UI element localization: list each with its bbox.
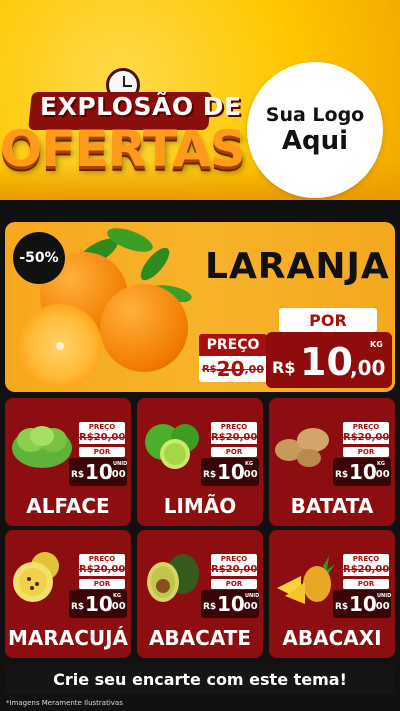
price-unit: KG — [370, 340, 383, 349]
price-decimal: ,00 — [372, 601, 390, 612]
preco-label: PREÇO — [199, 334, 267, 356]
price-unit: UNID — [245, 593, 260, 599]
discount-badge: -50% — [13, 232, 65, 284]
currency: R$ — [71, 602, 85, 612]
currency: R$ — [203, 470, 217, 480]
mini-old-price: R$20,00 — [79, 432, 126, 444]
passion-fruit-icon — [13, 552, 59, 602]
product-card-alface[interactable]: PREÇO R$20,00 POR R$ 10 ,00 UNID ALFACE — [5, 398, 131, 526]
price-decimal: ,00 — [240, 601, 258, 612]
mini-preco-label: PREÇO — [343, 554, 389, 564]
mini-por-label: POR — [79, 447, 125, 457]
new-price-integer: 10 — [300, 340, 353, 384]
product-name: BATATA — [290, 494, 374, 518]
mini-preco-label: PREÇO — [343, 422, 389, 432]
mini-old-price: R$20,00 — [343, 432, 390, 444]
mini-preco-label: PREÇO — [211, 554, 257, 564]
mini-por-label: POR — [343, 579, 389, 589]
disclaimer: *Imagens Meramente Ilustrativas — [6, 699, 123, 707]
currency: R$ — [71, 470, 85, 480]
price-decimal: ,00 — [108, 469, 126, 480]
logo-text-2: Aqui — [281, 126, 349, 156]
potato-icon — [275, 428, 329, 467]
por-label: POR — [279, 308, 377, 332]
mini-new-price: R$ 10 ,00 KG — [69, 590, 127, 618]
mini-preco-label: PREÇO — [211, 422, 257, 432]
product-card-abacaxi[interactable]: PREÇO R$20,00 POR R$ 10 ,00 UNID ABACAXI — [269, 530, 395, 658]
hero-product-name: LARANJA — [205, 246, 390, 287]
new-price-currency: R$ — [272, 358, 296, 377]
new-price-decimal: ,00 — [350, 356, 386, 380]
mini-preco-label: PREÇO — [79, 422, 125, 432]
mini-old-price: R$20,00 — [343, 564, 390, 576]
mini-old-price: R$20,00 — [211, 432, 258, 444]
mini-new-price: R$ 10 ,00 KG — [201, 458, 259, 486]
title-line-1: EXPLOSÃO DE — [40, 92, 242, 121]
mini-new-price: R$ 10 ,00 UNID — [69, 458, 127, 486]
price-decimal: ,00 — [108, 601, 126, 612]
logo-text-1: Sua Logo — [265, 104, 365, 126]
product-name: ABACAXI — [282, 626, 382, 650]
mini-new-price: R$ 10 ,00 KG — [333, 458, 391, 486]
mini-new-price: R$ 10 ,00 UNID — [333, 590, 391, 618]
product-name: ABACATE — [148, 626, 252, 650]
product-card-batata[interactable]: PREÇO R$20,00 POR R$ 10 ,00 KG BATATA — [269, 398, 395, 526]
logo-placeholder[interactable]: Sua Logo Aqui — [247, 62, 383, 198]
old-price: R$ 20 ,00 — [199, 356, 267, 382]
mini-old-price: R$20,00 — [211, 564, 258, 576]
price-unit: UNID — [113, 461, 128, 467]
currency: R$ — [335, 602, 349, 612]
mini-preco-label: PREÇO — [79, 554, 125, 564]
product-name: MARACUJÁ — [7, 626, 129, 650]
currency: R$ — [203, 602, 217, 612]
lettuce-icon — [12, 426, 72, 468]
orange-slice-icon — [18, 304, 102, 388]
mini-old-price: R$20,00 — [79, 564, 126, 576]
mini-por-label: POR — [211, 447, 257, 457]
mini-por-label: POR — [211, 579, 257, 589]
old-price-decimal: ,00 — [244, 362, 265, 376]
product-card-maracuja[interactable]: PREÇO R$20,00 POR R$ 10 ,00 KG MARACUJÁ — [5, 530, 131, 658]
mini-new-price: R$ 10 ,00 UNID — [201, 590, 259, 618]
orange-icon — [100, 284, 188, 372]
old-price-currency: R$ — [201, 363, 217, 375]
new-price: R$ 10 ,00 KG — [266, 332, 392, 388]
product-name: LIMÃO — [163, 494, 237, 518]
mini-por-label: POR — [343, 447, 389, 457]
product-card-limao[interactable]: PREÇO R$20,00 POR R$ 10 ,00 KG LIMÃO — [137, 398, 263, 526]
price-decimal: ,00 — [372, 469, 390, 480]
mini-por-label: POR — [79, 579, 125, 589]
price-unit: KG — [377, 461, 385, 467]
avocado-icon — [147, 554, 199, 602]
lime-icon — [145, 424, 199, 469]
price-unit: KG — [245, 461, 253, 467]
price-unit: UNID — [377, 593, 392, 599]
title-line-2: OFERTAS — [0, 120, 246, 178]
price-decimal: ,00 — [240, 469, 258, 480]
pineapple-icon — [277, 552, 335, 604]
product-name: ALFACE — [26, 494, 110, 518]
product-card-abacate[interactable]: PREÇO R$20,00 POR R$ 10 ,00 UNID ABACATE — [137, 530, 263, 658]
price-unit: KG — [113, 593, 121, 599]
currency: R$ — [335, 470, 349, 480]
old-price-integer: 20 — [216, 357, 245, 381]
cta-button[interactable]: Crie seu encarte com este tema! — [5, 664, 395, 694]
